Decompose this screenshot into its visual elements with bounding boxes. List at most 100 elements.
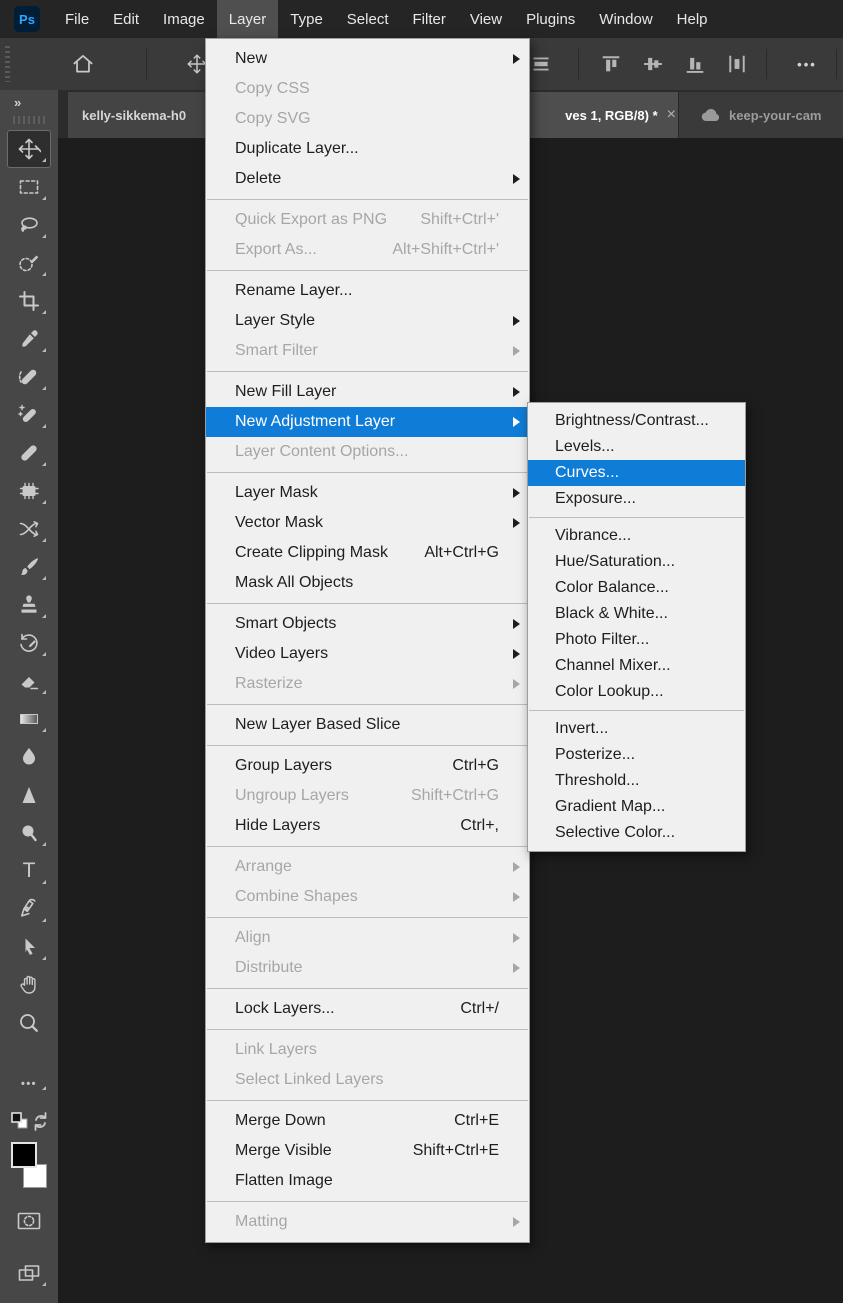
blur-tool[interactable]: [7, 738, 51, 776]
menu-item-group-layers[interactable]: Group LayersCtrl+G: [206, 751, 529, 781]
menu-item-rasterize[interactable]: Rasterize: [206, 669, 529, 699]
menubar-item-view[interactable]: View: [458, 0, 514, 38]
submenu-item-selective-color[interactable]: Selective Color...: [528, 820, 745, 846]
zoom-tool[interactable]: [7, 1004, 51, 1042]
menubar-item-window[interactable]: Window: [587, 0, 664, 38]
submenu-item-levels[interactable]: Levels...: [528, 434, 745, 460]
patch-tool[interactable]: [7, 472, 51, 510]
menu-item-new-adjustment-layer[interactable]: New Adjustment Layer: [206, 407, 529, 437]
history-brush-tool[interactable]: [7, 624, 51, 662]
menu-item-copy-css[interactable]: Copy CSS: [206, 74, 529, 104]
submenu-item-color-lookup[interactable]: Color Lookup...: [528, 679, 745, 705]
document-tab-cloud[interactable]: keep-your-cam: [678, 92, 843, 138]
menu-item-merge-visible[interactable]: Merge VisibleShift+Ctrl+E: [206, 1136, 529, 1166]
distribute-horizontal-button[interactable]: [722, 38, 752, 90]
gradient-tool[interactable]: [7, 700, 51, 738]
menubar-item-image[interactable]: Image: [151, 0, 217, 38]
menubar-item-help[interactable]: Help: [665, 0, 720, 38]
eyedropper-tool[interactable]: [7, 320, 51, 358]
menu-item-quick-export-png[interactable]: Quick Export as PNGShift+Ctrl+': [206, 205, 529, 235]
menu-item-merge-down[interactable]: Merge DownCtrl+E: [206, 1106, 529, 1136]
clone-stamp-tool[interactable]: [7, 586, 51, 624]
menu-item-hide-layers[interactable]: Hide LayersCtrl+,: [206, 811, 529, 841]
menu-item-arrange[interactable]: Arrange: [206, 852, 529, 882]
default-colors-swap[interactable]: [7, 1106, 51, 1136]
menu-item-ungroup-layers[interactable]: Ungroup LayersShift+Ctrl+G: [206, 781, 529, 811]
menubar-item-type[interactable]: Type: [278, 0, 335, 38]
menu-item-video-layers[interactable]: Video Layers: [206, 639, 529, 669]
menu-item-link-layers[interactable]: Link Layers: [206, 1035, 529, 1065]
spot-healing-brush-tool[interactable]: [7, 358, 51, 396]
menu-item-vector-mask[interactable]: Vector Mask: [206, 508, 529, 538]
panel-grip[interactable]: [13, 116, 45, 124]
brush-tool[interactable]: [7, 548, 51, 586]
rectangular-marquee-tool[interactable]: [7, 168, 51, 206]
submenu-item-threshold[interactable]: Threshold...: [528, 768, 745, 794]
align-bottom-edges-button[interactable]: [680, 38, 710, 90]
more-options-button[interactable]: •••: [786, 38, 828, 90]
menu-item-new[interactable]: New: [206, 44, 529, 74]
document-tab-active[interactable]: ves 1, RGB/8) * ×: [530, 92, 688, 138]
menubar-item-select[interactable]: Select: [335, 0, 401, 38]
menu-item-layer-style[interactable]: Layer Style: [206, 306, 529, 336]
menu-item-new-layer-based-slice[interactable]: New Layer Based Slice: [206, 710, 529, 740]
edit-toolbar-button[interactable]: •••: [7, 1072, 51, 1096]
submenu-item-exposure[interactable]: Exposure...: [528, 486, 745, 512]
submenu-item-invert[interactable]: Invert...: [528, 716, 745, 742]
sharpen-tool[interactable]: [7, 776, 51, 814]
type-tool[interactable]: T: [7, 852, 51, 890]
menu-item-combine-shapes[interactable]: Combine Shapes: [206, 882, 529, 912]
content-aware-move-tool[interactable]: [7, 510, 51, 548]
align-center-button[interactable]: [527, 38, 555, 90]
submenu-item-gradient-map[interactable]: Gradient Map...: [528, 794, 745, 820]
move-tool[interactable]: [7, 130, 51, 168]
quick-mask-mode-button[interactable]: [7, 1202, 51, 1240]
menu-item-align[interactable]: Align: [206, 923, 529, 953]
menu-item-smart-objects[interactable]: Smart Objects: [206, 609, 529, 639]
foreground-color-swatch[interactable]: [11, 1142, 37, 1168]
menu-item-mask-all-objects[interactable]: Mask All Objects: [206, 568, 529, 598]
submenu-item-photo-filter[interactable]: Photo Filter...: [528, 627, 745, 653]
object-selection-tool[interactable]: [7, 244, 51, 282]
submenu-item-vibrance[interactable]: Vibrance...: [528, 523, 745, 549]
menu-item-select-linked-layers[interactable]: Select Linked Layers: [206, 1065, 529, 1095]
menubar-item-filter[interactable]: Filter: [401, 0, 458, 38]
submenu-item-curves[interactable]: Curves...: [528, 460, 745, 486]
eraser-tool[interactable]: [7, 662, 51, 700]
menu-item-delete[interactable]: Delete: [206, 164, 529, 194]
tab-close-icon[interactable]: ×: [667, 107, 676, 123]
menu-item-lock-layers[interactable]: Lock Layers...Ctrl+/: [206, 994, 529, 1024]
menu-item-layer-mask[interactable]: Layer Mask: [206, 478, 529, 508]
menu-item-duplicate-layer[interactable]: Duplicate Layer...: [206, 134, 529, 164]
submenu-item-brightness-contrast[interactable]: Brightness/Contrast...: [528, 408, 745, 434]
dodge-tool[interactable]: [7, 814, 51, 852]
menubar-item-edit[interactable]: Edit: [101, 0, 151, 38]
menu-item-export-as[interactable]: Export As...Alt+Shift+Ctrl+': [206, 235, 529, 265]
menu-item-matting[interactable]: Matting: [206, 1207, 529, 1237]
expand-panel-icon[interactable]: »: [0, 90, 22, 112]
menu-item-distribute[interactable]: Distribute: [206, 953, 529, 983]
menubar-item-plugins[interactable]: Plugins: [514, 0, 587, 38]
submenu-item-channel-mixer[interactable]: Channel Mixer...: [528, 653, 745, 679]
menubar-item-file[interactable]: File: [53, 0, 101, 38]
crop-tool[interactable]: [7, 282, 51, 320]
menu-item-flatten-image[interactable]: Flatten Image: [206, 1166, 529, 1196]
align-vertical-centers-button[interactable]: [638, 38, 668, 90]
home-button[interactable]: [66, 38, 100, 90]
submenu-item-hue-saturation[interactable]: Hue/Saturation...: [528, 549, 745, 575]
submenu-item-color-balance[interactable]: Color Balance...: [528, 575, 745, 601]
foreground-background-colors[interactable]: [11, 1142, 47, 1188]
options-bar-grip[interactable]: [5, 46, 10, 82]
menu-item-create-clipping-mask[interactable]: Create Clipping MaskAlt+Ctrl+G: [206, 538, 529, 568]
submenu-item-posterize[interactable]: Posterize...: [528, 742, 745, 768]
menu-item-new-fill-layer[interactable]: New Fill Layer: [206, 377, 529, 407]
hand-tool[interactable]: [7, 966, 51, 1004]
menubar-item-layer[interactable]: Layer: [217, 0, 279, 38]
align-top-edges-button[interactable]: [596, 38, 626, 90]
screen-mode-button[interactable]: [7, 1254, 51, 1292]
submenu-item-black-and-white[interactable]: Black & White...: [528, 601, 745, 627]
menu-item-copy-svg[interactable]: Copy SVG: [206, 104, 529, 134]
path-selection-tool[interactable]: [7, 928, 51, 966]
healing-brush-tool[interactable]: [7, 434, 51, 472]
pen-tool[interactable]: [7, 890, 51, 928]
